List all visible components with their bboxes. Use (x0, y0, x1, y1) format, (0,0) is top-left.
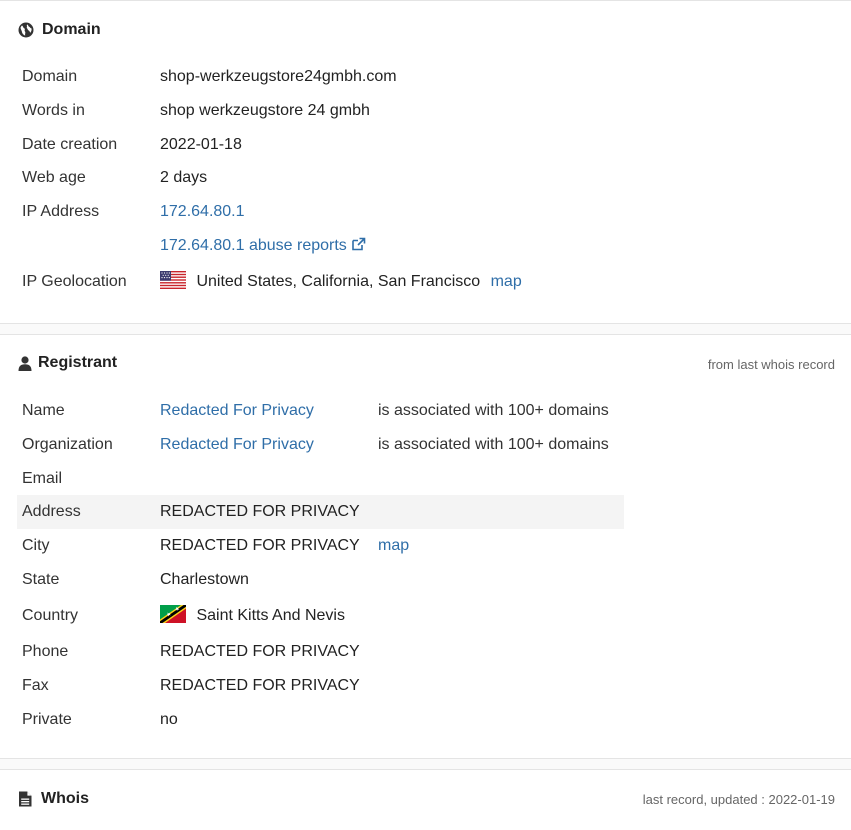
value-state: Charlestown (160, 571, 249, 588)
row-abuse-reports: 172.64.80.1 abuse reports (17, 229, 522, 263)
value-phone: REDACTED FOR PRIVACY (160, 643, 360, 660)
name-link[interactable]: Redacted For Privacy (160, 402, 314, 419)
globe-icon (18, 22, 34, 38)
value-address: REDACTED FOR PRIVACY (160, 495, 378, 529)
user-icon (18, 355, 32, 371)
label-fax: Fax (22, 677, 49, 694)
domain-section-title: Domain (42, 21, 101, 38)
label-email: Email (22, 469, 63, 487)
row-phone: Phone REDACTED FOR PRIVACY (17, 635, 624, 669)
value-words-in: shop werkzeugstore 24 gmbh (160, 102, 370, 119)
value-web-age: 2 days (160, 169, 208, 186)
city-map-link[interactable]: map (378, 537, 409, 554)
row-state: State Charlestown (17, 563, 624, 597)
abuse-reports-link[interactable]: 172.64.80.1 abuse reports (160, 237, 366, 254)
us-flag-icon (160, 270, 186, 294)
row-address: Address REDACTED FOR PRIVACY (17, 495, 624, 529)
registrant-panel: Registrant from last whois record Name R… (0, 334, 851, 759)
label-name: Name (22, 402, 65, 419)
domain-panel: Domain Domain shop-werkzeugstore24gmbh.c… (0, 0, 851, 324)
geolocation-map-link[interactable]: map (491, 273, 522, 290)
value-country: Saint Kitts And Nevis (196, 606, 345, 624)
row-web-age: Web age 2 days (17, 161, 522, 195)
row-city: City REDACTED FOR PRIVACY map (17, 529, 624, 563)
whois-panel: Whois last record, updated : 2022-01-19 (0, 769, 851, 830)
row-ip-geolocation: IP Geolocation United States, California… (17, 263, 522, 301)
kn-flag-icon (160, 604, 186, 628)
registrant-header: Registrant (18, 354, 117, 372)
external-link-icon (351, 237, 366, 254)
row-private: Private no (17, 703, 624, 736)
registrant-section-title: Registrant (38, 354, 118, 371)
domain-header: Domain (18, 21, 101, 39)
section-divider (0, 324, 851, 334)
row-domain: Domain shop-werkzeugstore24gmbh.com (17, 60, 522, 94)
label-country: Country (22, 607, 79, 624)
row-name: Name Redacted For Privacy is associated … (17, 394, 624, 428)
whois-header: Whois (18, 790, 89, 808)
label-ip-geolocation: IP Geolocation (22, 273, 127, 290)
value-private: no (160, 710, 178, 728)
row-ip-address: IP Address 172.64.80.1 (17, 195, 522, 229)
ip-address-link[interactable]: 172.64.80.1 (160, 203, 245, 220)
row-organization: Organization Redacted For Privacy is ass… (17, 428, 624, 462)
label-date-creation: Date creation (22, 135, 118, 153)
row-fax: Fax REDACTED FOR PRIVACY (17, 669, 624, 703)
domain-info-table: Domain shop-werkzeugstore24gmbh.com Word… (17, 60, 522, 301)
label-address: Address (17, 495, 160, 529)
label-words-in: Words in (22, 102, 85, 119)
organization-link[interactable]: Redacted For Privacy (160, 436, 314, 453)
label-private: Private (22, 710, 72, 728)
whois-section-title: Whois (41, 790, 89, 807)
section-divider (0, 759, 851, 769)
abuse-reports-label: 172.64.80.1 abuse reports (160, 237, 347, 254)
label-domain: Domain (22, 68, 78, 85)
organization-association: is associated with 100+ domains (378, 436, 609, 453)
value-city: REDACTED FOR PRIVACY (160, 537, 360, 554)
value-date-creation: 2022-01-18 (160, 135, 242, 153)
row-words-in: Words in shop werkzeugstore 24 gmbh (17, 94, 522, 128)
value-domain: shop-werkzeugstore24gmbh.com (160, 68, 397, 85)
value-email (160, 462, 378, 495)
label-city: City (22, 537, 50, 554)
row-country: Country Saint Kitts And Nevis (17, 597, 624, 635)
document-icon (18, 791, 32, 807)
registrant-note: from last whois record (707, 357, 835, 372)
label-state: State (22, 571, 60, 588)
value-ip-geolocation: United States, California, San Francisco (196, 272, 481, 290)
label-phone: Phone (22, 643, 69, 660)
row-email: Email (17, 462, 624, 495)
row-date-creation: Date creation 2022-01-18 (17, 128, 522, 161)
value-fax: REDACTED FOR PRIVACY (160, 677, 360, 694)
label-web-age: Web age (22, 169, 86, 186)
whois-note: last record, updated : 2022-01-19 (642, 792, 835, 807)
label-organization: Organization (22, 436, 113, 453)
label-ip-address: IP Address (22, 203, 100, 220)
name-association: is associated with 100+ domains (378, 402, 609, 419)
registrant-info-table: Name Redacted For Privacy is associated … (17, 394, 624, 736)
